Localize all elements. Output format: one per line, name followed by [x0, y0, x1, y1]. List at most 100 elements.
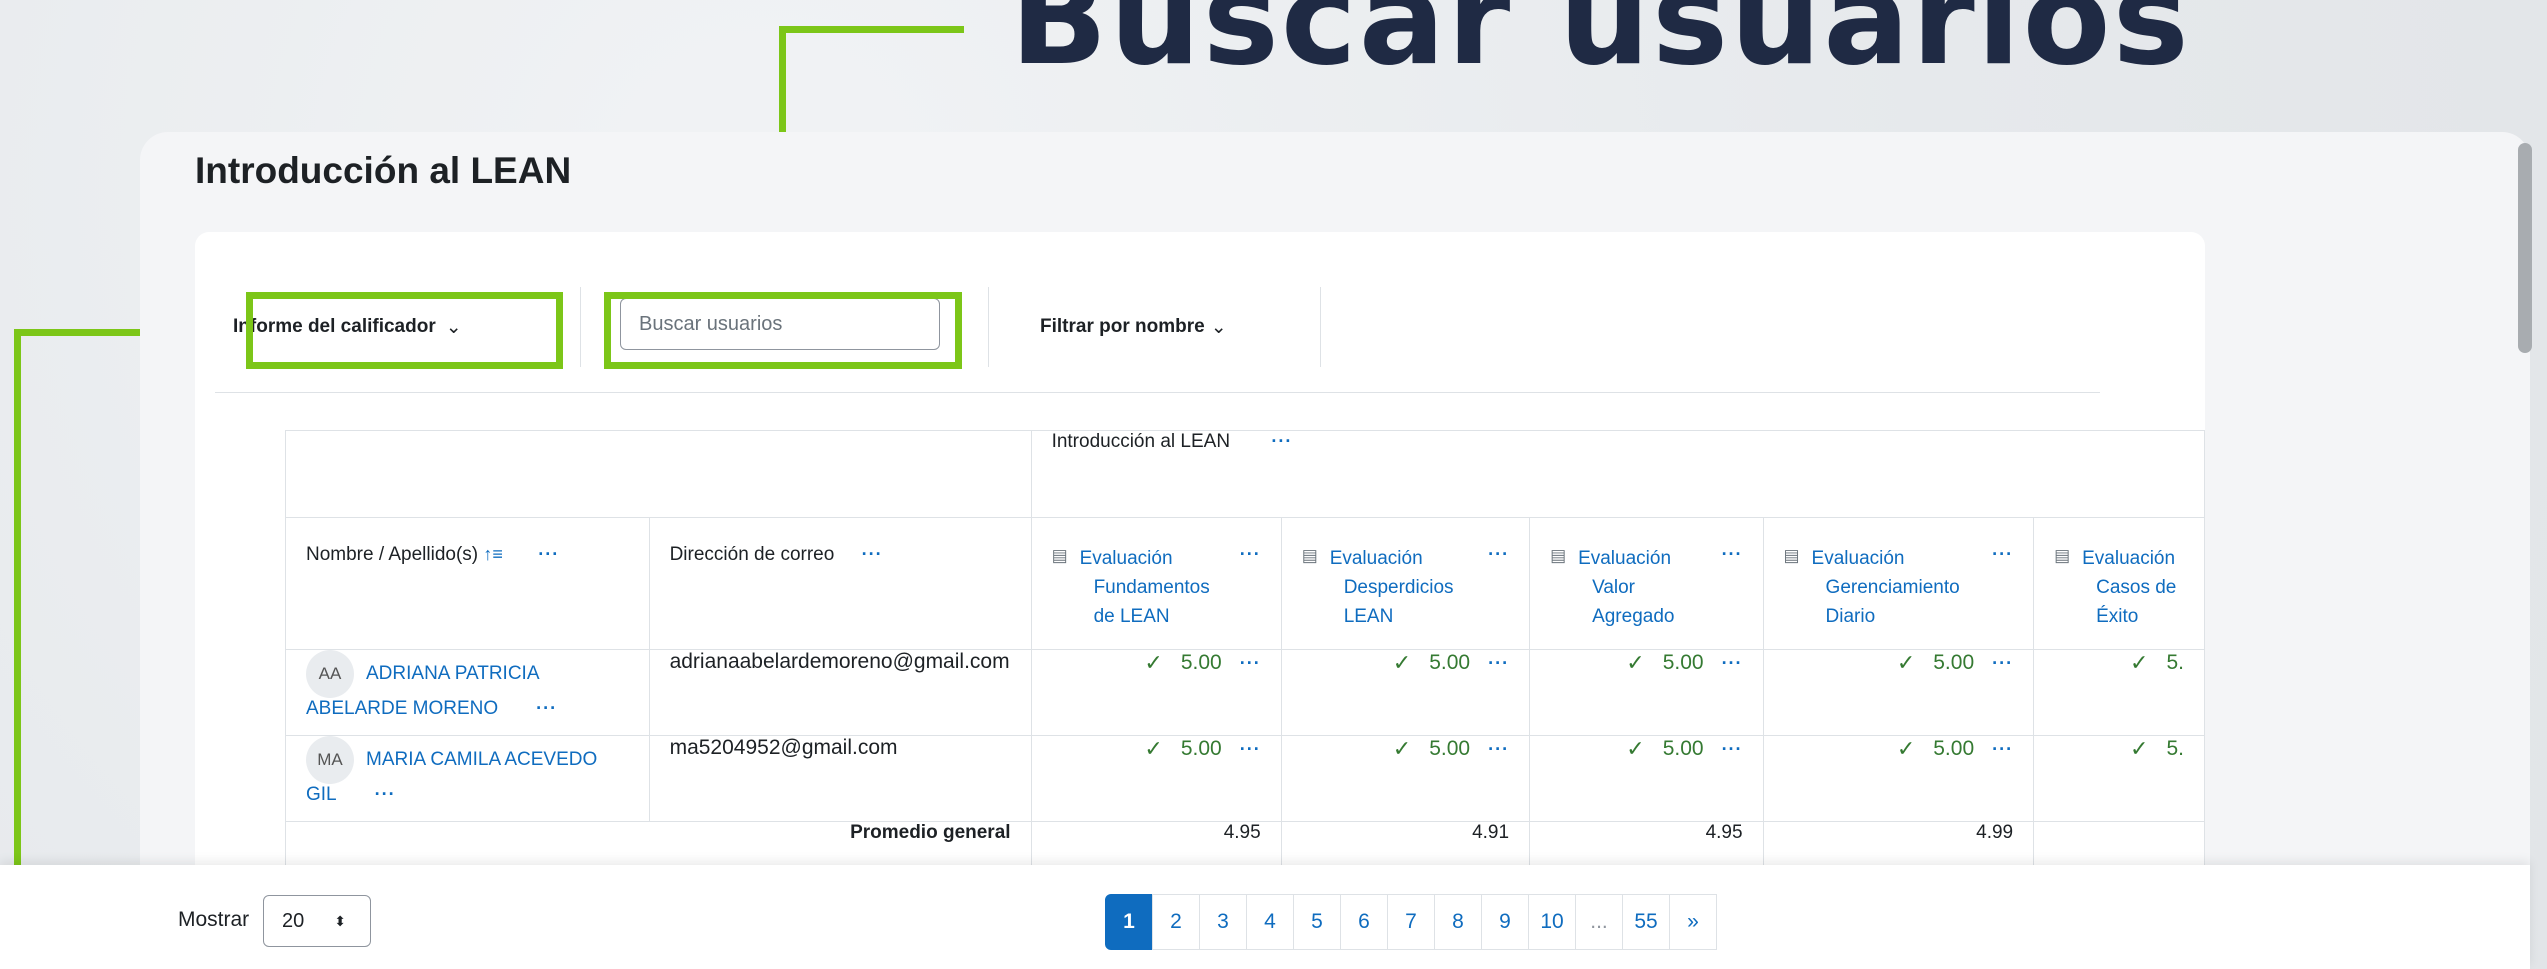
- check-icon: ✓: [1392, 736, 1412, 761]
- show-label: Mostrar: [178, 908, 250, 931]
- page-next-link[interactable]: »: [1669, 894, 1717, 950]
- check-icon: ✓: [1144, 736, 1163, 761]
- grade-item-link[interactable]: Evaluación Valor Agregado: [1578, 544, 1722, 631]
- grade-menu-icon[interactable]: ···: [1488, 653, 1509, 674]
- email-cell: ma5204952@gmail.com: [648, 735, 1032, 822]
- grade-item-menu-icon[interactable]: ···: [1240, 544, 1261, 631]
- page-link[interactable]: 4: [1246, 894, 1294, 950]
- grade-item-link[interactable]: Evaluación Casos de Éxito: [2082, 544, 2184, 631]
- grade-item-header: ▤ Evaluación Gerenciamiento Diario ···: [1762, 517, 2035, 650]
- page-link[interactable]: 5: [1293, 894, 1341, 950]
- name-column-label[interactable]: Nombre / Apellido(s): [306, 544, 478, 565]
- sticky-footer: Mostrar 20 ⬍ 1 2 3 4 5 6 7 8 9 10 ... 55…: [0, 865, 2530, 969]
- per-page-select[interactable]: 20 ⬍: [263, 895, 371, 947]
- vertical-scrollbar[interactable]: [2518, 143, 2532, 353]
- toolbar-divider: [988, 287, 989, 367]
- category-label: Introducción al LEAN: [1051, 431, 1231, 452]
- page-link[interactable]: 10: [1528, 894, 1576, 950]
- page-link[interactable]: 2: [1152, 894, 1200, 950]
- grade-item-header: ▤ Evaluación Desperdicios LEAN ···: [1280, 517, 1531, 650]
- grade-menu-icon[interactable]: ···: [1240, 739, 1261, 760]
- email-cell: adrianaabelardemoreno@gmail.com: [648, 649, 1032, 736]
- average-label-cell: Promedio general: [285, 821, 1032, 872]
- average-cell: 4.99: [1762, 821, 2035, 872]
- check-icon: ✓: [1896, 736, 1916, 761]
- grade-menu-icon[interactable]: ···: [1240, 653, 1261, 674]
- sort-ascending-icon[interactable]: ↑≡: [483, 544, 503, 564]
- grade-item-link[interactable]: Evaluación Fundamentos de LEAN: [1080, 544, 1240, 631]
- table-row: MA MARIA CAMILA ACEVEDO GIL ··· ma5204952@…: [285, 735, 2205, 822]
- header-row: Nombre / Apellido(s) ↑≡ ··· Dirección de…: [285, 517, 2205, 650]
- check-icon: ✓: [2130, 736, 2149, 761]
- grade-cell[interactable]: ✓ 5.00 ···: [1280, 735, 1531, 822]
- page-link[interactable]: 8: [1434, 894, 1482, 950]
- user-menu-icon[interactable]: ···: [375, 784, 396, 804]
- check-icon: ✓: [1626, 650, 1645, 675]
- pagination: 1 2 3 4 5 6 7 8 9 10 ... 55 »: [1105, 894, 1717, 950]
- grade-cell[interactable]: ✓ 5.00 ···: [1030, 735, 1282, 822]
- assignment-icon: ▤: [1550, 546, 1567, 565]
- check-icon: ✓: [1626, 736, 1645, 761]
- name-column-header: Nombre / Apellido(s) ↑≡ ···: [285, 517, 650, 650]
- page-title: Introducción al LEAN: [195, 150, 572, 191]
- grade-cell[interactable]: ✓ 5.: [2033, 735, 2205, 822]
- grade-menu-icon[interactable]: ···: [1488, 739, 1509, 760]
- toolbar-rule: [215, 392, 2100, 393]
- grade-cell[interactable]: ✓ 5.00 ···: [1529, 735, 1764, 822]
- grade-item-menu-icon[interactable]: ···: [1992, 544, 2013, 631]
- average-cell: 4.91: [1280, 821, 1531, 872]
- filter-by-name-button[interactable]: Filtrar por nombre ⌄: [1040, 292, 1227, 362]
- grade-item-link[interactable]: Evaluación Gerenciamiento Diario: [1812, 544, 1993, 631]
- check-icon: ✓: [1392, 650, 1412, 675]
- page-ellipsis: ...: [1575, 894, 1623, 950]
- grade-cell[interactable]: ✓ 5.: [2033, 649, 2205, 736]
- grade-item-header: ▤ Evaluación Valor Agregado ···: [1529, 517, 1764, 650]
- average-label: Promedio general: [850, 822, 1011, 843]
- category-row: Introducción al LEAN ···: [285, 430, 2206, 518]
- category-menu-icon[interactable]: ···: [1271, 431, 1292, 451]
- page-link-last[interactable]: 55: [1622, 894, 1670, 950]
- grade-cell[interactable]: ✓ 5.00 ···: [1280, 649, 1531, 736]
- name-column-menu-icon[interactable]: ···: [538, 544, 559, 564]
- page-link-current[interactable]: 1: [1105, 894, 1153, 950]
- average-cell: [2033, 821, 2205, 872]
- grade-cell[interactable]: ✓ 5.00 ···: [1030, 649, 1282, 736]
- grade-menu-icon[interactable]: ···: [1722, 653, 1743, 674]
- grade-menu-icon[interactable]: ···: [1992, 653, 2013, 674]
- email-column-menu-icon[interactable]: ···: [862, 544, 883, 564]
- highlight-search-box: [604, 292, 962, 369]
- gradebook-window: Introducción al LEAN Informe del calific…: [140, 132, 2530, 969]
- grade-item-menu-icon[interactable]: ···: [1488, 544, 1509, 631]
- grade-item-header: ▤ Evaluación Casos de Éxito: [2033, 517, 2205, 650]
- page-link[interactable]: 7: [1387, 894, 1435, 950]
- grade-item-link[interactable]: Evaluación Desperdicios LEAN: [1330, 544, 1488, 631]
- grade-menu-icon[interactable]: ···: [1992, 739, 2013, 760]
- page-link[interactable]: 6: [1340, 894, 1388, 950]
- highlight-report-selector: [246, 292, 563, 369]
- assignment-icon: ▤: [2054, 546, 2071, 565]
- grade-cell[interactable]: ✓ 5.00 ···: [1762, 735, 2035, 822]
- per-page-value: 20: [282, 909, 305, 932]
- toolbar-divider: [1320, 287, 1321, 367]
- assignment-icon: ▤: [1051, 546, 1068, 565]
- user-menu-icon[interactable]: ···: [536, 698, 557, 718]
- avatar: AA: [306, 650, 354, 698]
- check-icon: ✓: [1896, 650, 1916, 675]
- email-column-header: Dirección de correo ···: [648, 517, 1032, 650]
- grade-cell[interactable]: ✓ 5.00 ···: [1762, 649, 2035, 736]
- page-link[interactable]: 9: [1481, 894, 1529, 950]
- annotation-line-top-h: [782, 26, 964, 33]
- toolbar-divider: [580, 287, 581, 367]
- average-cell: 4.95: [1529, 821, 1764, 872]
- page-link[interactable]: 3: [1199, 894, 1247, 950]
- select-arrows-icon: ⬍: [334, 912, 346, 929]
- table-row: AA ADRIANA PATRICIA ABELARDE MORENO ··· ad…: [285, 649, 2205, 736]
- grade-cell[interactable]: ✓ 5.00 ···: [1529, 649, 1764, 736]
- check-icon: ✓: [1144, 650, 1163, 675]
- grade-item-header: ▤ Evaluación Fundamentos de LEAN ···: [1030, 517, 1282, 650]
- assignment-icon: ▤: [1301, 546, 1318, 565]
- grade-menu-icon[interactable]: ···: [1722, 739, 1743, 760]
- grade-item-menu-icon[interactable]: ···: [1722, 544, 1743, 631]
- average-row: Promedio general 4.95 4.91 4.95 4.99: [285, 821, 2205, 872]
- category-blank-cell: [285, 430, 1032, 518]
